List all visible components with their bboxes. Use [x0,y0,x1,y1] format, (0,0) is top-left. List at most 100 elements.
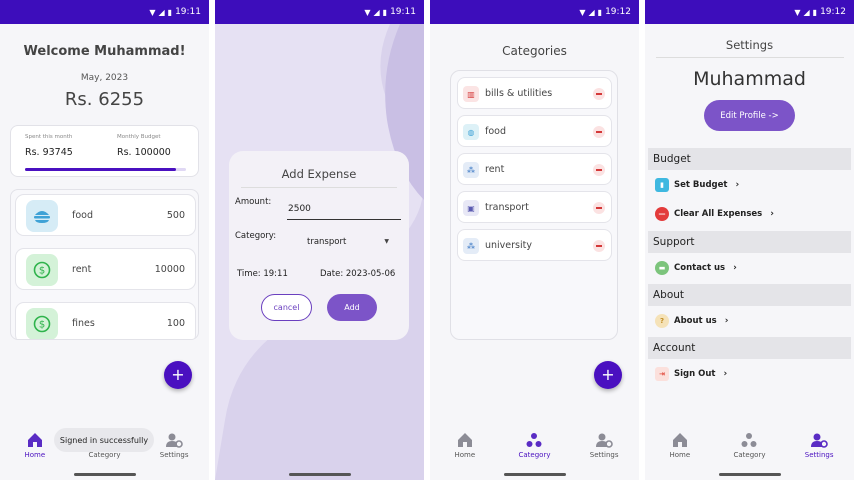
nav-category-label: Category [733,451,766,459]
delete-category-button[interactable] [593,202,605,214]
dialog-divider [241,187,397,188]
remove-icon: — [655,207,669,221]
add-button[interactable]: Add [327,294,377,321]
welcome-heading: Welcome Muhammad! [23,44,186,59]
gesture-bar[interactable] [503,473,566,476]
expense-name: fines [72,318,95,329]
delete-category-button[interactable] [593,240,605,252]
page-title: Settings [725,38,774,52]
chevron-right-icon: › [770,209,774,219]
status-bar: ▼ ◢ ▮ 19:12 [430,0,639,24]
home-screen: ▼ ◢ ▮ 19:11 Welcome Muhammad! May, 2023 … [0,0,209,480]
signal-icon: ◢ [588,7,595,17]
battery-icon: ▮ [597,7,603,17]
svg-text:$: $ [39,266,45,277]
expense-name: rent [72,264,92,275]
category-row[interactable]: ◍ food [457,115,612,147]
chevron-right-icon: › [723,369,728,379]
category-list[interactable]: ▥ bills & utilities ◍ food ⁂ rent ▣ tran… [450,70,618,340]
home-icon [457,433,472,447]
current-month: May, 2023 [80,73,129,83]
chevron-right-icon: › [724,316,729,326]
people-icon: ⁂ [463,162,479,178]
edit-profile-button[interactable]: Edit Profile -> [704,100,795,131]
cancel-button[interactable]: cancel [261,294,312,321]
contact-us-label: Contact us [674,263,726,273]
nav-home[interactable]: Home [435,431,495,459]
chat-icon: ▬ [655,261,669,275]
wifi-icon: ▼ [794,7,801,17]
expense-amount: 500 [166,210,185,221]
title-divider [656,57,844,58]
section-account: Account [648,337,851,359]
nav-category[interactable]: Category [504,431,564,459]
status-time: 19:12 [605,7,631,17]
status-bar: ▼ ◢ ▮ 19:11 [215,0,424,24]
status-time: 19:11 [390,7,416,17]
nav-category-label: Category [518,451,551,459]
expense-amount: 10000 [154,264,185,275]
settings-icon [811,433,828,448]
trash-icon: ▥ [463,86,479,102]
category-name: university [485,240,532,251]
set-budget-item[interactable]: ▮ Set Budget › [655,177,739,193]
contact-us-item[interactable]: ▬ Contact us › [655,260,737,276]
categories-screen: ▼ ◢ ▮ 19:12 Categories ▥ bills & utiliti… [430,0,639,480]
category-select[interactable]: transport ▼ [307,237,397,247]
amount-label: Amount: [235,197,272,207]
expense-row-rent[interactable]: $ rent 10000 [15,248,196,290]
remaining-total: Rs. 6255 [64,89,145,110]
budget-label: Monthly Budget [117,134,161,140]
gesture-bar[interactable] [73,473,136,476]
about-us-item[interactable]: ? About us › [655,313,728,329]
nav-settings-label: Settings [589,451,619,459]
amount-input[interactable]: 2500 [287,203,401,220]
nav-home[interactable]: Home [650,431,710,459]
category-row[interactable]: ⁂ rent [457,153,612,185]
signin-toast: Signed in successfully [54,428,154,452]
home-icon [672,433,687,447]
sign-out-label: Sign Out [674,369,716,379]
category-row[interactable]: ⁂ university [457,229,612,261]
page-title: Categories [502,44,567,58]
status-time: 19:12 [820,7,846,17]
gesture-bar[interactable] [718,473,781,476]
settings-icon [596,433,613,448]
budget-value: Rs. 100000 [117,147,171,158]
battery-icon: ▮ [167,7,173,17]
expense-list[interactable]: food 500 $ rent 10000 $ fines 100 [10,189,199,340]
chevron-down-icon: ▼ [384,238,389,245]
add-expense-button[interactable]: + [164,361,192,389]
expense-row-fines[interactable]: $ fines 100 [15,302,196,339]
delete-category-button[interactable] [593,88,605,100]
category-row[interactable]: ▥ bills & utilities [457,77,612,109]
category-name: bills & utilities [485,88,553,99]
status-time: 19:11 [175,7,201,17]
expense-amount: 100 [166,318,185,329]
category-name: food [485,126,506,137]
clear-expenses-item[interactable]: — Clear All Expenses › [655,206,774,222]
nav-settings[interactable]: Settings [789,431,849,459]
delete-category-button[interactable] [593,164,605,176]
add-category-button[interactable]: + [594,361,622,389]
category-select-value: transport [307,237,347,247]
nav-home-label: Home [454,451,476,459]
settings-screen: ▼ ◢ ▮ 19:12 Settings Muhammad Edit Profi… [645,0,854,480]
section-budget: Budget [648,148,851,170]
bottom-nav: Home Category Settings [645,422,854,468]
gesture-bar[interactable] [288,473,351,476]
nav-settings[interactable]: Settings [574,431,634,459]
burger-icon [26,200,58,232]
expense-row-food[interactable]: food 500 [15,194,196,236]
wifi-icon: ▼ [579,7,586,17]
nav-category[interactable]: Category [719,431,779,459]
spent-value: Rs. 93745 [25,147,73,158]
delete-category-button[interactable] [593,126,605,138]
wifi-icon: ▼ [149,7,156,17]
dollar-icon: $ [26,254,58,286]
category-row[interactable]: ▣ transport [457,191,612,223]
question-icon: ? [655,314,669,328]
battery-icon: ▮ [812,7,818,17]
sign-out-item[interactable]: ⇥ Sign Out › [655,366,727,382]
category-name: rent [485,164,505,175]
